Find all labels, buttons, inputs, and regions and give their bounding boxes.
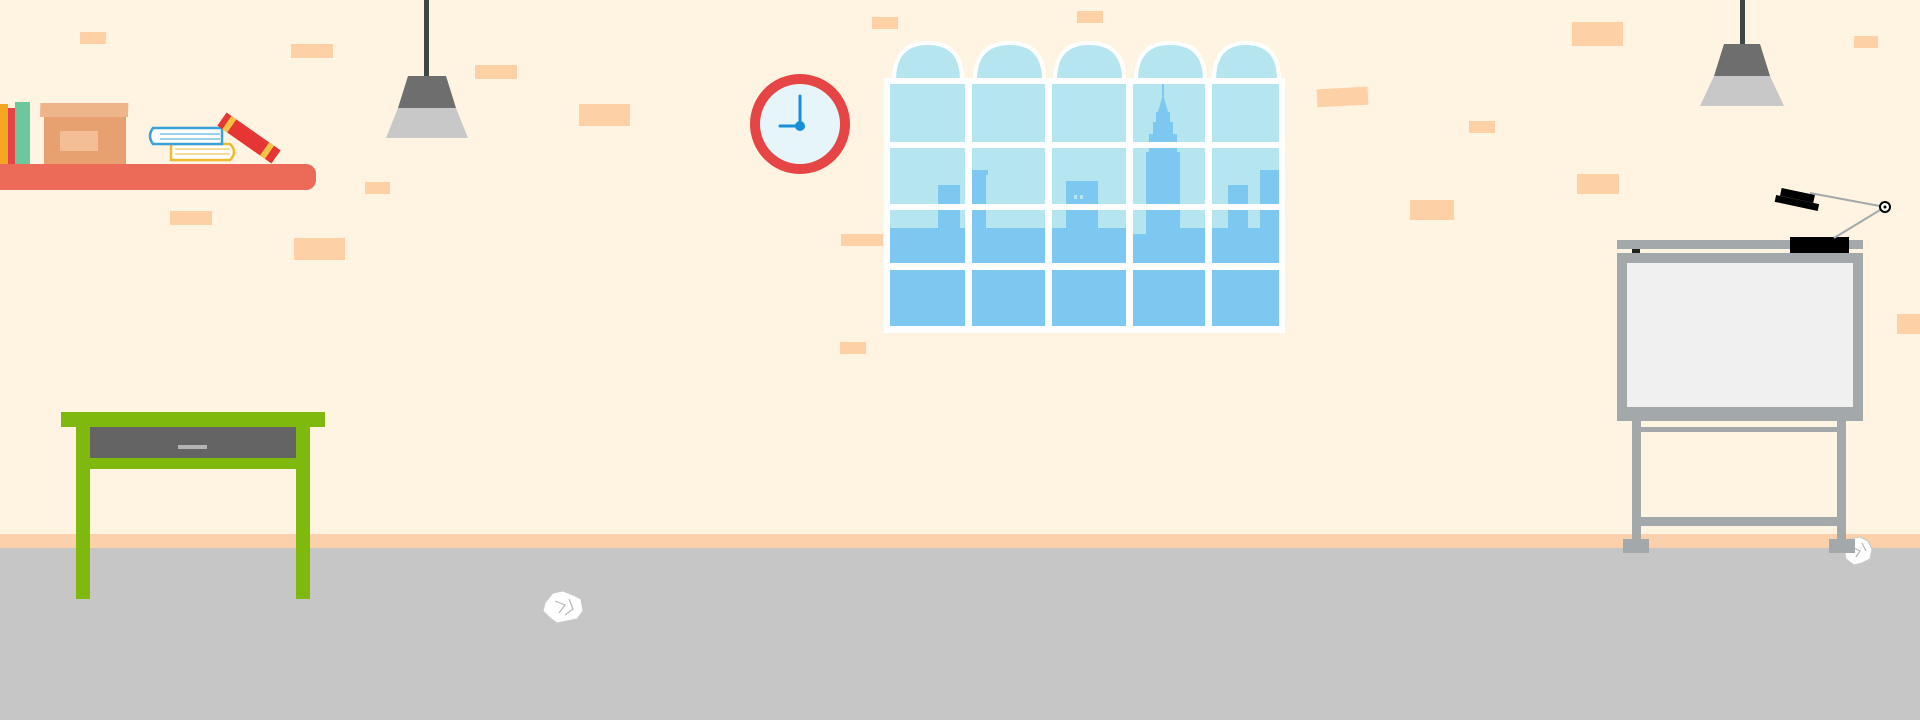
upright-books	[0, 102, 30, 164]
wall-clock	[750, 74, 850, 174]
room-scene	[0, 0, 1920, 720]
storage-box	[39, 103, 129, 164]
desk-drawer	[90, 427, 296, 458]
floor	[0, 548, 1920, 720]
drawer-handle	[178, 445, 207, 449]
arched-window	[884, 40, 1285, 333]
wall-shelf	[0, 164, 316, 190]
